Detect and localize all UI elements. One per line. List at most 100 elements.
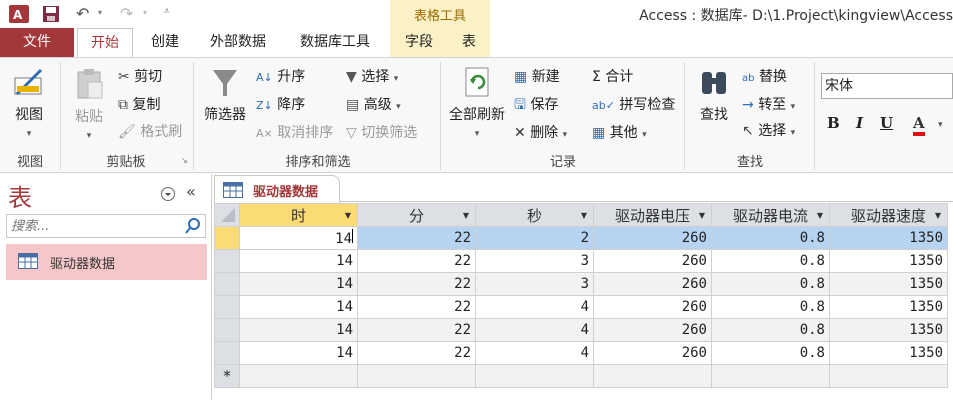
select-all-corner[interactable]	[214, 203, 240, 227]
undo-icon[interactable]: ↶	[76, 4, 89, 23]
table-cell[interactable]: 260	[593, 272, 712, 296]
tab-fields[interactable]: 字段	[393, 28, 445, 58]
undo-dropdown-icon[interactable]: ▾	[98, 8, 102, 17]
font-color-button[interactable]: A	[913, 114, 925, 136]
remove-sort-button[interactable]: A⨯ 取消排序	[256, 122, 333, 142]
delete-record-button[interactable]: ✕ 删除 ▾	[514, 122, 567, 142]
save-icon[interactable]	[42, 5, 60, 27]
refresh-all-button[interactable]: 全部刷新 ▾	[444, 66, 510, 140]
table-cell[interactable]: 0.8	[711, 318, 830, 342]
column-dropdown-icon[interactable]: ▼	[935, 211, 941, 220]
table-cell[interactable]: 1350	[829, 341, 948, 365]
paste-button[interactable]: 粘贴 ▾	[66, 66, 112, 142]
save-record-button[interactable]: 🖫 保存	[514, 94, 558, 118]
new-record-marker[interactable]: *	[214, 364, 240, 388]
table-cell[interactable]: 14	[239, 226, 358, 250]
table-row[interactable]: 14 22 4 260 0.8 1350	[214, 318, 948, 342]
column-dropdown-icon[interactable]: ▼	[699, 211, 705, 220]
table-cell[interactable]: 4	[475, 295, 594, 319]
table-row[interactable]: 14 22 3 260 0.8 1350	[214, 272, 948, 296]
font-color-dropdown-icon[interactable]: ▾	[938, 120, 943, 130]
table-cell[interactable]: 0.8	[711, 341, 830, 365]
access-logo-icon[interactable]: A	[8, 4, 30, 28]
new-record-row[interactable]: *	[214, 364, 948, 388]
table-cell[interactable]: 0.8	[711, 226, 830, 250]
table-cell[interactable]: 14	[239, 318, 358, 342]
table-cell[interactable]: 14	[239, 341, 358, 365]
redo-dropdown-icon[interactable]: ▾	[143, 8, 147, 17]
column-dropdown-icon[interactable]: ▼	[463, 211, 469, 220]
table-cell[interactable]: 1350	[829, 318, 948, 342]
column-header-current[interactable]: 驱动器电流 ▼	[711, 203, 830, 227]
search-icon[interactable]	[184, 217, 202, 239]
table-cell[interactable]: 14	[239, 295, 358, 319]
collapse-pane-icon[interactable]: «	[186, 182, 196, 201]
table-cell[interactable]: 260	[593, 295, 712, 319]
table-cell[interactable]: 22	[357, 318, 476, 342]
column-header-hour[interactable]: 时 ▼	[239, 203, 358, 227]
table-cell[interactable]: 260	[593, 341, 712, 365]
new-record-button[interactable]: ▦ 新建	[514, 66, 560, 86]
table-cell[interactable]: 22	[357, 226, 476, 250]
nav-item-drive-data[interactable]: 驱动器数据	[6, 244, 207, 280]
redo-icon[interactable]: ↷	[120, 4, 133, 23]
table-cell[interactable]	[239, 364, 358, 388]
view-button[interactable]: 视图 ▾	[6, 64, 52, 140]
table-cell[interactable]	[357, 364, 476, 388]
cut-button[interactable]: ✂ 剪切	[118, 66, 162, 86]
table-row[interactable]: 14 22 4 260 0.8 1350	[214, 295, 948, 319]
table-cell[interactable]: 22	[357, 341, 476, 365]
row-selector[interactable]	[214, 249, 240, 273]
table-cell[interactable]: 0.8	[711, 272, 830, 296]
format-painter-button[interactable]: 🖌 格式刷	[118, 121, 182, 141]
toggle-filter-button[interactable]: ▽ 切换筛选	[346, 122, 417, 142]
table-cell[interactable]: 1350	[829, 295, 948, 319]
table-cell[interactable]: 22	[357, 295, 476, 319]
selection-filter-button[interactable]: ▼ 选择 ▾	[346, 66, 398, 86]
table-cell[interactable]: 14	[239, 272, 358, 296]
column-header-voltage[interactable]: 驱动器电压 ▼	[593, 203, 712, 227]
table-cell[interactable]: 1350	[829, 272, 948, 296]
table-cell[interactable]: 4	[475, 318, 594, 342]
table-cell[interactable]: 260	[593, 249, 712, 273]
dialog-launcher-icon[interactable]: ↘	[181, 156, 188, 165]
table-cell[interactable]: 0.8	[711, 249, 830, 273]
table-cell[interactable]: 260	[593, 318, 712, 342]
column-header-speed[interactable]: 驱动器速度 ▼	[829, 203, 948, 227]
bold-button[interactable]: B	[827, 114, 840, 132]
tab-home[interactable]: 开始	[77, 28, 133, 59]
table-row[interactable]: 14 22 4 260 0.8 1350	[214, 341, 948, 365]
table-cell[interactable]: 22	[357, 249, 476, 273]
column-header-second[interactable]: 秒 ▼	[475, 203, 594, 227]
sort-ascending-button[interactable]: A↓ 升序	[256, 66, 305, 86]
table-cell[interactable]: 3	[475, 272, 594, 296]
font-name-combo[interactable]: 宋体	[821, 73, 953, 99]
sort-descending-button[interactable]: Z↓ 降序	[256, 94, 305, 114]
tab-create[interactable]: 创建	[138, 28, 192, 58]
column-dropdown-icon[interactable]: ▼	[817, 211, 823, 220]
tab-external-data[interactable]: 外部数据	[198, 28, 278, 58]
table-row[interactable]: 14 22 2 260 0.8 1350	[214, 226, 948, 250]
table-cell[interactable]: 14	[239, 249, 358, 273]
table-cell[interactable]	[829, 364, 948, 388]
table-cell[interactable]	[593, 364, 712, 388]
row-selector[interactable]	[214, 272, 240, 296]
underline-button[interactable]: U	[880, 114, 893, 132]
totals-button[interactable]: Σ 合计	[592, 66, 633, 86]
table-cell[interactable]: 260	[593, 226, 712, 250]
nav-menu-icon[interactable]	[160, 186, 176, 206]
replace-button[interactable]: ab 替换	[742, 66, 787, 86]
goto-button[interactable]: → 转至 ▾	[742, 94, 795, 114]
table-cell[interactable]: 3	[475, 249, 594, 273]
find-button[interactable]: 查找	[690, 66, 738, 124]
table-cell[interactable]: 2	[475, 226, 594, 250]
column-header-minute[interactable]: 分 ▼	[357, 203, 476, 227]
spelling-button[interactable]: ab✓ 拼写检查	[592, 94, 675, 114]
column-dropdown-icon[interactable]: ▼	[345, 211, 351, 220]
nav-search-input[interactable]	[7, 215, 177, 237]
more-button[interactable]: ▦ 其他 ▾	[592, 122, 647, 142]
tab-database-tools[interactable]: 数据库工具	[287, 28, 383, 58]
table-cell[interactable]	[475, 364, 594, 388]
table-cell[interactable]: 1350	[829, 226, 948, 250]
copy-button[interactable]: ⧉ 复制	[118, 94, 160, 114]
